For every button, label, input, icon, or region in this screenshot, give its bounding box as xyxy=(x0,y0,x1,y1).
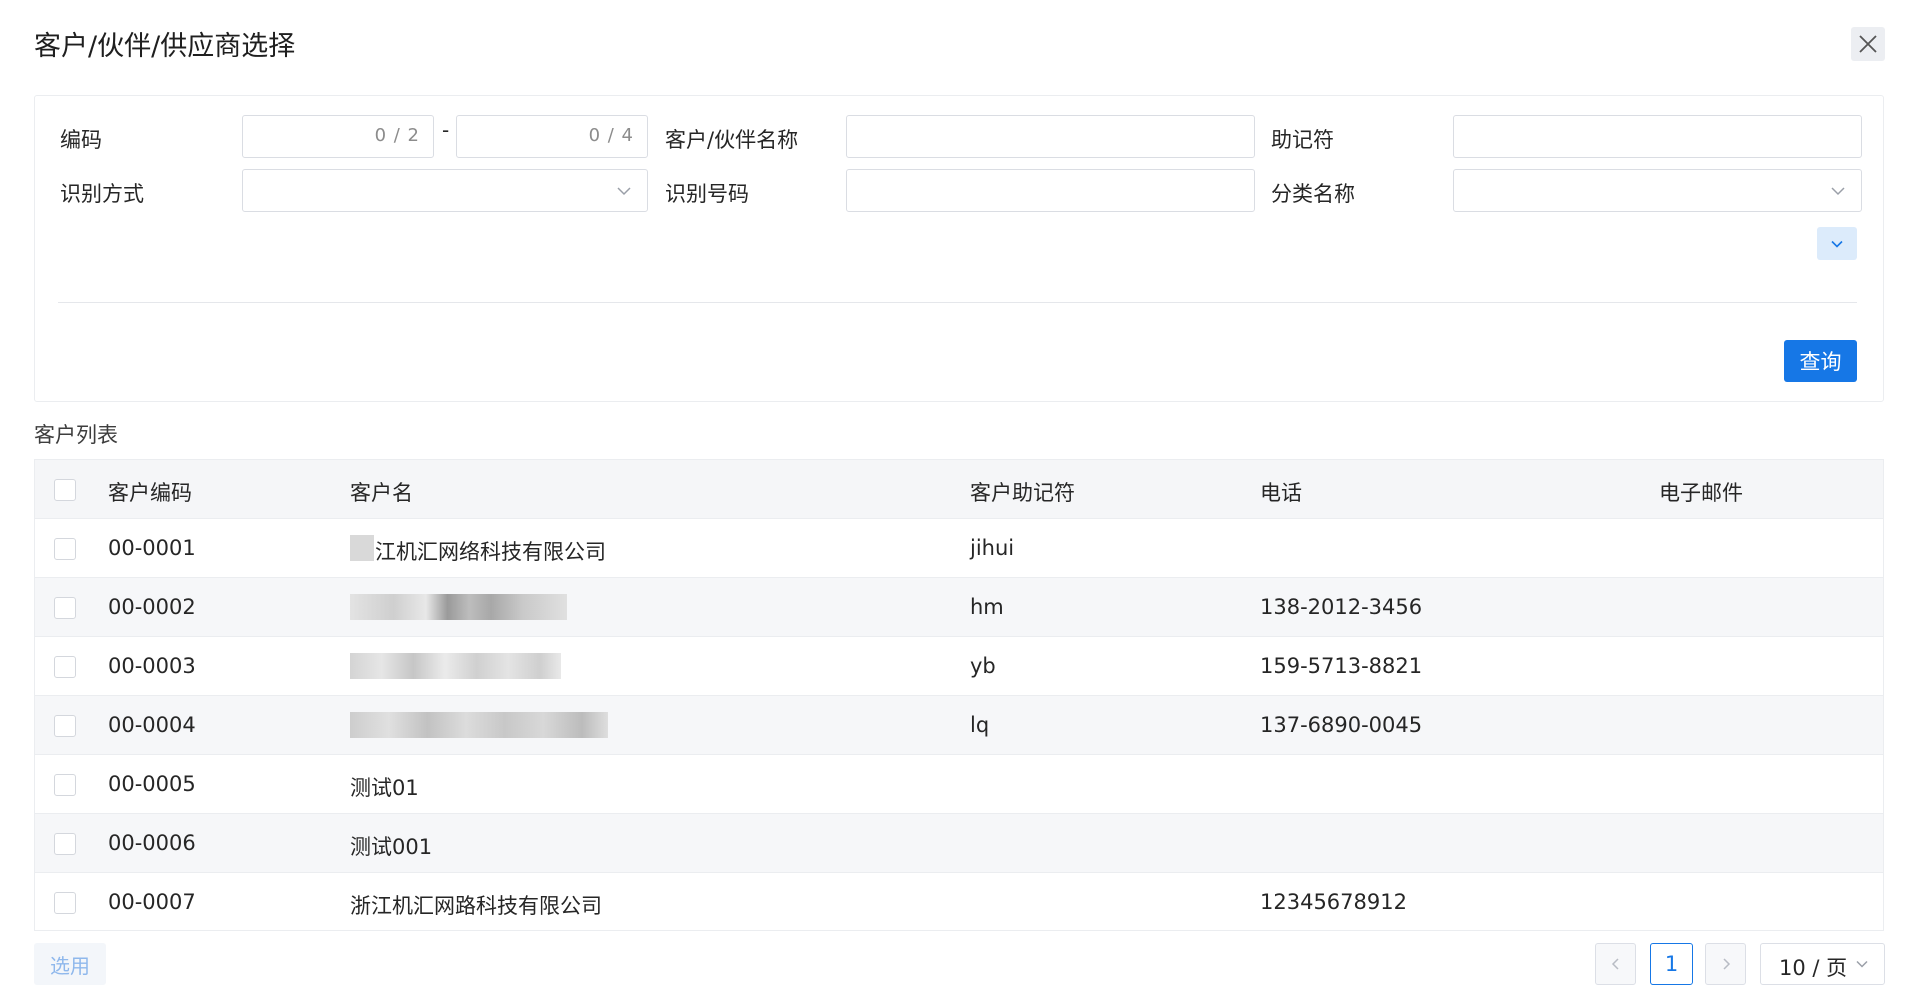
customer-table: 客户编码 客户名 客户助记符 电话 电子邮件 00-0001 江机汇网络科技有限… xyxy=(34,459,1884,931)
page-size-select[interactable]: 10 / 页 xyxy=(1760,943,1885,985)
query-button[interactable]: 查询 xyxy=(1784,340,1857,382)
chevron-down-icon xyxy=(1831,187,1845,196)
row-code: 00-0003 xyxy=(108,654,196,678)
code-from-input[interactable]: 0 / 2 xyxy=(242,115,434,158)
row-phone: 138-2012-3456 xyxy=(1260,595,1423,619)
mnemonic-label: 助记符 xyxy=(1271,128,1334,152)
id-method-label: 识别方式 xyxy=(60,182,144,206)
row-checkbox[interactable] xyxy=(54,597,76,619)
table-row[interactable]: 00-0005 测试01 xyxy=(35,755,1883,814)
table-row[interactable]: 00-0006 测试001 xyxy=(35,814,1883,873)
row-phone: 137-6890-0045 xyxy=(1260,713,1423,737)
redacted-text xyxy=(350,594,567,620)
row-code: 00-0002 xyxy=(108,595,196,619)
chevron-down-icon xyxy=(1831,240,1843,248)
code-label: 编码 xyxy=(60,128,102,152)
table-row[interactable]: 00-0003 yb 159-5713-8821 xyxy=(35,637,1883,696)
table-row[interactable]: 00-0007 浙江机汇网路科技有限公司 12345678912 xyxy=(35,873,1883,932)
code-to-count: 0 / 4 xyxy=(588,125,634,146)
close-button[interactable] xyxy=(1851,27,1885,61)
row-name: 江机汇网络科技有限公司 xyxy=(375,540,606,564)
row-code: 00-0006 xyxy=(108,831,196,855)
code-from-count: 0 / 2 xyxy=(374,125,420,146)
column-header-code: 客户编码 xyxy=(108,481,192,505)
select-button[interactable]: 选用 xyxy=(34,943,106,985)
redacted-text xyxy=(350,535,374,561)
column-header-phone: 电话 xyxy=(1260,481,1302,505)
row-name: 测试001 xyxy=(350,835,433,859)
row-checkbox[interactable] xyxy=(54,538,76,560)
select-all-checkbox[interactable] xyxy=(54,479,76,501)
category-label: 分类名称 xyxy=(1271,182,1355,206)
row-name: 测试01 xyxy=(350,776,419,800)
table-row[interactable]: 00-0004 lq 137-6890-0045 xyxy=(35,696,1883,755)
row-code: 00-0001 xyxy=(108,536,196,560)
close-icon xyxy=(1859,35,1877,53)
dialog-title: 客户/伙伴/供应商选择 xyxy=(34,31,296,62)
row-name: 浙江机汇网路科技有限公司 xyxy=(350,894,602,918)
name-input[interactable] xyxy=(846,115,1255,158)
row-phone: 159-5713-8821 xyxy=(1260,654,1423,678)
column-header-mnemonic: 客户助记符 xyxy=(970,481,1075,505)
chevron-left-icon xyxy=(1611,958,1619,970)
table-row[interactable]: 00-0002 hm 138-2012-3456 xyxy=(35,578,1883,637)
row-mnemonic: jihui xyxy=(970,536,1015,560)
redacted-text xyxy=(350,653,561,679)
column-header-name: 客户名 xyxy=(350,481,413,505)
table-row[interactable]: 00-0001 江机汇网络科技有限公司 jihui xyxy=(35,519,1883,578)
page-1-button[interactable]: 1 xyxy=(1650,943,1693,985)
code-to-input[interactable]: 0 / 4 xyxy=(456,115,648,158)
row-mnemonic: yb xyxy=(970,654,996,678)
chevron-down-icon xyxy=(1856,960,1868,968)
prev-page-button[interactable] xyxy=(1595,943,1636,985)
customer-list-title: 客户列表 xyxy=(34,423,118,447)
name-label: 客户/伙伴名称 xyxy=(665,128,799,152)
table-header: 客户编码 客户名 客户助记符 电话 电子邮件 xyxy=(35,460,1883,519)
page-size-value: 10 / 页 xyxy=(1779,956,1848,980)
category-select[interactable] xyxy=(1453,169,1862,212)
code-range-separator: - xyxy=(442,118,450,142)
row-code: 00-0007 xyxy=(108,890,196,914)
row-code: 00-0005 xyxy=(108,772,196,796)
row-checkbox[interactable] xyxy=(54,656,76,678)
row-checkbox[interactable] xyxy=(54,715,76,737)
row-mnemonic: hm xyxy=(970,595,1004,619)
mnemonic-input[interactable] xyxy=(1453,115,1862,158)
redacted-text xyxy=(350,712,608,738)
customer-select-dialog: 客户/伙伴/供应商选择 编码 0 / 2 - 0 / 4 客户/伙伴名称 助记符… xyxy=(0,0,1905,1008)
row-mnemonic: lq xyxy=(970,713,990,737)
id-method-select[interactable] xyxy=(242,169,648,212)
row-code: 00-0004 xyxy=(108,713,196,737)
row-checkbox[interactable] xyxy=(54,892,76,914)
row-checkbox[interactable] xyxy=(54,833,76,855)
filter-divider xyxy=(58,302,1857,303)
row-phone: 12345678912 xyxy=(1260,890,1407,914)
chevron-right-icon xyxy=(1722,958,1730,970)
expand-filters-button[interactable] xyxy=(1817,227,1857,260)
id-number-label: 识别号码 xyxy=(665,182,749,206)
column-header-email: 电子邮件 xyxy=(1659,481,1743,505)
id-number-input[interactable] xyxy=(846,169,1255,212)
chevron-down-icon xyxy=(617,187,631,196)
next-page-button[interactable] xyxy=(1705,943,1746,985)
row-checkbox[interactable] xyxy=(54,774,76,796)
